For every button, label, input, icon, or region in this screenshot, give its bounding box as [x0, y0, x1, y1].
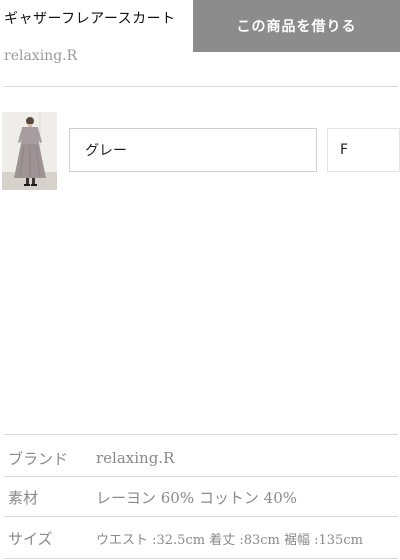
specs-top-divider	[4, 434, 398, 435]
spec-label: ブランド	[8, 449, 69, 468]
spec-label: 素材	[8, 488, 39, 507]
model-wearing-skirt-image	[2, 112, 57, 190]
product-thumbnail[interactable]	[2, 112, 57, 190]
spec-value: relaxing.R	[96, 449, 175, 467]
color-selector-value: グレー	[85, 143, 127, 159]
spec-value: レーヨン 60% コットン 40%	[96, 488, 297, 507]
spec-value: ウエスト :32.5cm 着丈 :83cm 裾幅 :135cm	[96, 532, 363, 548]
color-selector[interactable]: グレー	[69, 128, 317, 172]
rent-item-button[interactable]: この商品を借りる	[193, 0, 400, 52]
spec-row-material: 素材 レーヨン 60% コットン 40%	[4, 477, 400, 517]
spec-row-brand: ブランド relaxing.R	[4, 438, 400, 478]
product-title: ギャザーフレアースカート	[4, 11, 176, 27]
spec-row-size: サイズ ウエスト :32.5cm 着丈 :83cm 裾幅 :135cm	[4, 518, 400, 558]
spec-divider	[4, 516, 398, 517]
size-selector[interactable]: F	[327, 128, 400, 172]
spec-label: サイズ	[8, 529, 53, 548]
product-page: ギャザーフレアースカート この商品を借りる relaxing.R グレー F ブ…	[0, 0, 400, 560]
brand-name: relaxing.R	[4, 48, 78, 64]
spec-divider	[4, 558, 398, 559]
size-selector-value: F	[340, 142, 349, 158]
header-divider	[4, 86, 398, 87]
